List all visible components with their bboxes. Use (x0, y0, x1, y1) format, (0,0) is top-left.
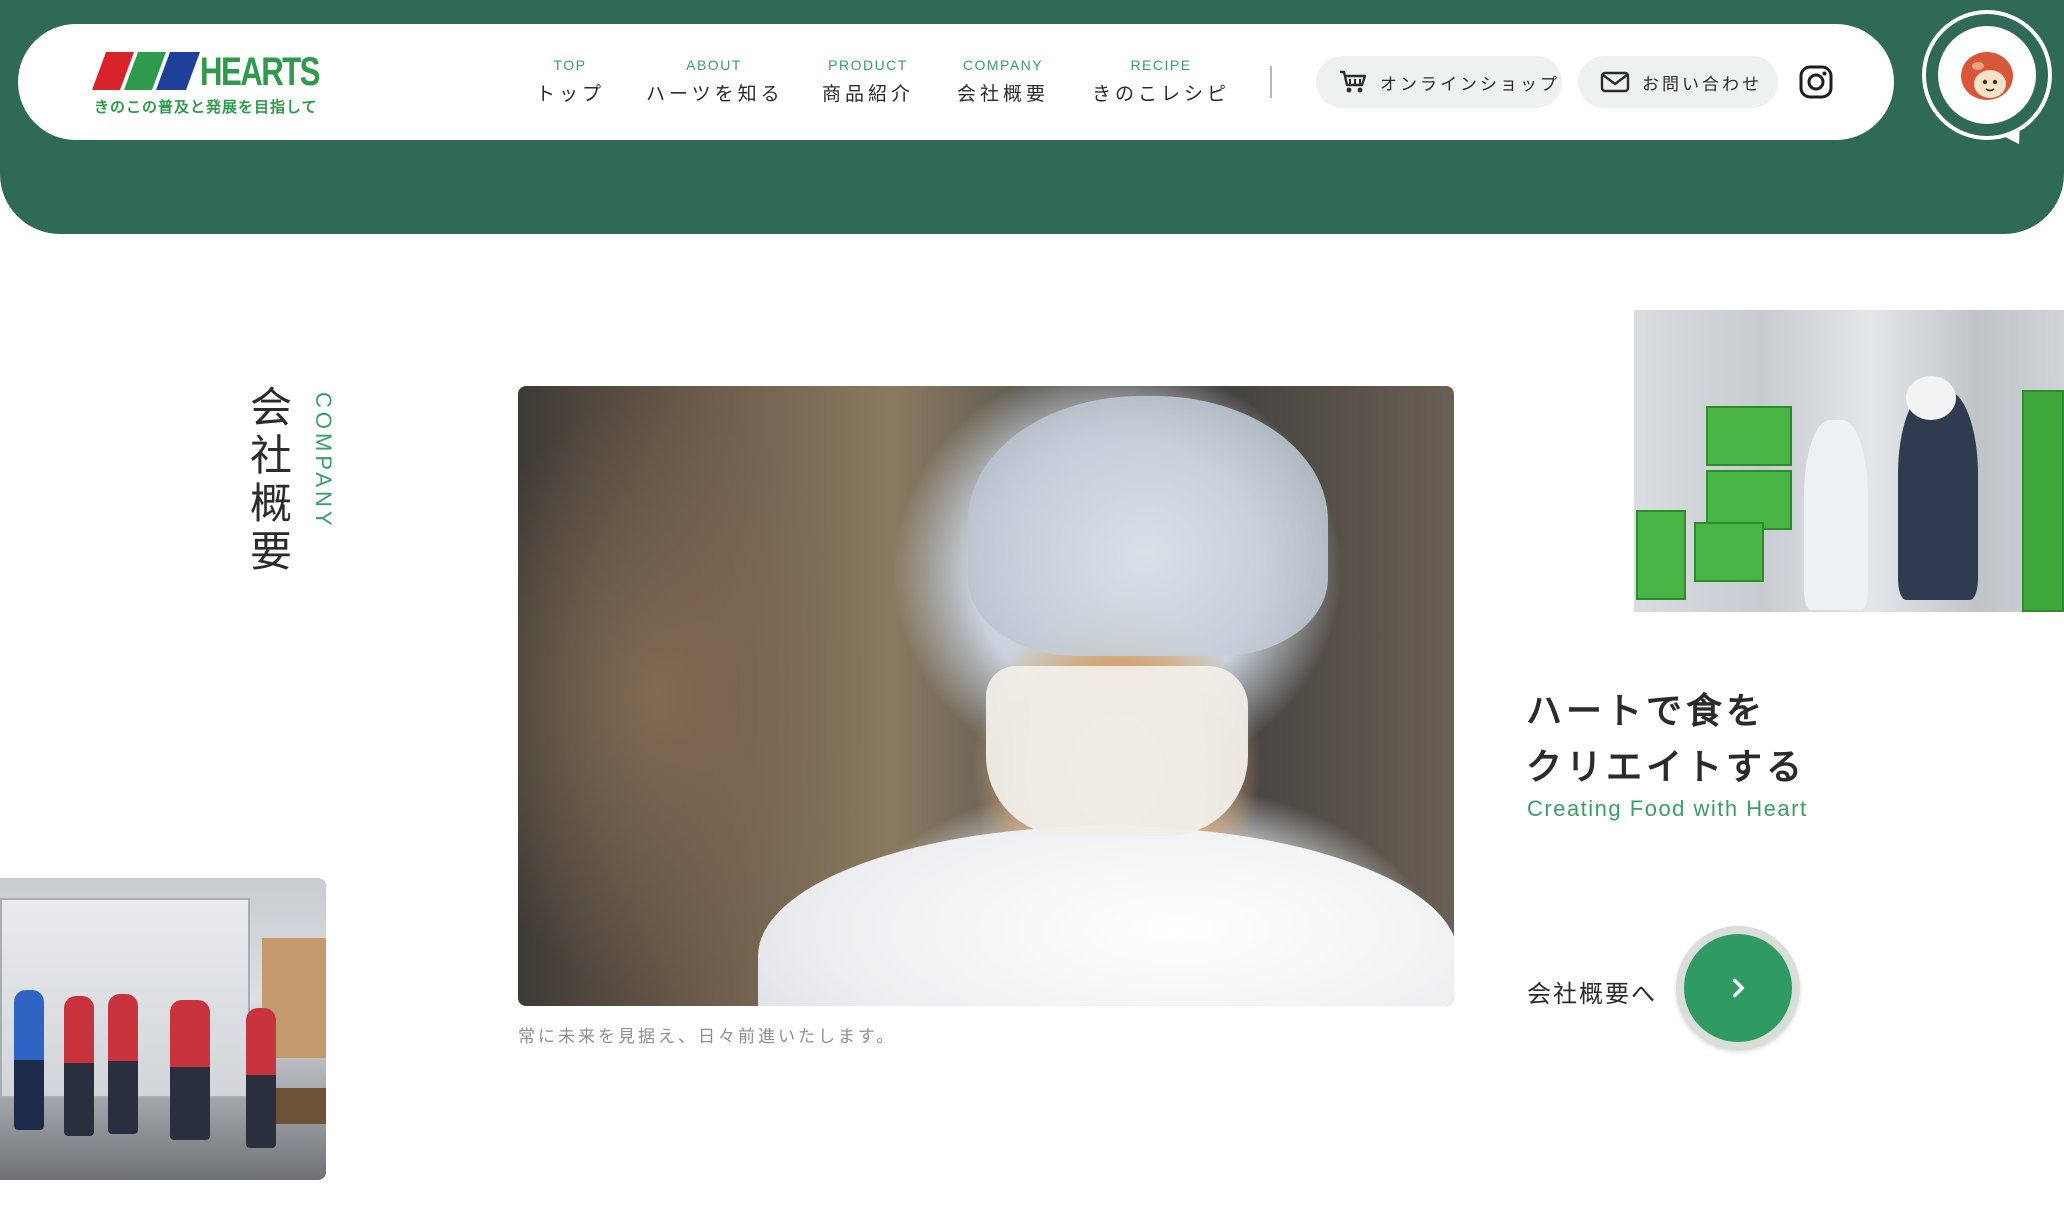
mail-icon (1600, 71, 1630, 93)
photo-crate (1706, 406, 1792, 466)
photo-worker-cap (1906, 376, 1956, 420)
nav-item-en: ABOUT (686, 57, 742, 73)
nav-divider (1270, 66, 1272, 98)
photo-person (170, 1000, 210, 1140)
nav-item-recipe[interactable]: RECIPE きのこレシピ (1092, 56, 1230, 106)
photo-person (14, 990, 44, 1130)
factory-photo (1634, 310, 2064, 612)
nav-item-top[interactable]: TOP トップ (536, 56, 604, 106)
nav-item-about[interactable]: ABOUT ハーツを知る (646, 56, 782, 106)
photo-face-mask (986, 666, 1248, 836)
photo-crate (1694, 522, 1764, 582)
company-link-button[interactable] (1676, 926, 1800, 1050)
photo-worker (1898, 390, 1978, 600)
logo-stripes-icon (92, 52, 200, 90)
team-photo (0, 878, 326, 1180)
nav-item-product[interactable]: PRODUCT 商品紹介 (822, 56, 914, 106)
instagram-icon[interactable] (1798, 64, 1834, 100)
contact-button[interactable]: お問い合わせ (1578, 56, 1778, 108)
headline-line-2: クリエイトする (1526, 747, 1807, 788)
logo-tagline: きのこの普及と発展を目指して (94, 98, 318, 116)
photo-cart (2022, 390, 2064, 612)
section-headline: ハートで食を クリエイトする (1526, 684, 1806, 796)
section-title-en: COMPANY (311, 392, 336, 530)
nav-item-company[interactable]: COMPANY 会社概要 (956, 56, 1050, 106)
logo-wordmark: HEARTS (200, 50, 320, 94)
nav-item-en: RECIPE (1130, 57, 1192, 73)
cart-icon (1340, 70, 1367, 93)
section-title-ja: 会社概要 (249, 383, 292, 576)
mushroom-mascot-icon (1961, 52, 2013, 100)
nav-item-ja: ハーツを知る (646, 83, 784, 105)
online-shop-button[interactable]: オンラインショップ (1316, 56, 1562, 108)
photo-person (64, 996, 94, 1136)
chevron-right-icon (1733, 978, 1745, 998)
nav-item-ja: 会社概要 (956, 83, 1049, 105)
photo-crate (1706, 470, 1792, 530)
photo-person (108, 994, 138, 1134)
main-photo (518, 386, 1454, 1006)
contact-label: お問い合わせ (1642, 74, 1762, 95)
photo-crate (1636, 510, 1686, 600)
nav-item-ja: 商品紹介 (822, 83, 915, 105)
headline-line-1: ハートで食を (1526, 691, 1767, 732)
section-subline: Creating Food with Heart (1527, 796, 1808, 821)
mascot-badge[interactable] (1926, 14, 2048, 136)
online-shop-label: オンラインショップ (1380, 74, 1560, 95)
photo-hairnet (968, 396, 1328, 656)
nav-item-en: COMPANY (962, 57, 1044, 73)
nav-item-ja: トップ (536, 83, 606, 105)
hearts-logo[interactable]: HEARTS きのこの普及と発展を目指して (92, 50, 320, 120)
photo-worker (1804, 420, 1868, 610)
nav-item-ja: きのこレシピ (1092, 83, 1231, 105)
photo-pallet (276, 1088, 326, 1124)
photo-caption: 常に未来を見据え、日々前進いたします。 (518, 1027, 897, 1047)
photo-coat (758, 826, 1454, 1006)
company-link-label[interactable]: 会社概要へ (1527, 974, 1657, 1009)
nav-item-en: TOP (553, 57, 587, 73)
nav-item-en: PRODUCT (828, 57, 908, 73)
photo-person (246, 1008, 276, 1148)
